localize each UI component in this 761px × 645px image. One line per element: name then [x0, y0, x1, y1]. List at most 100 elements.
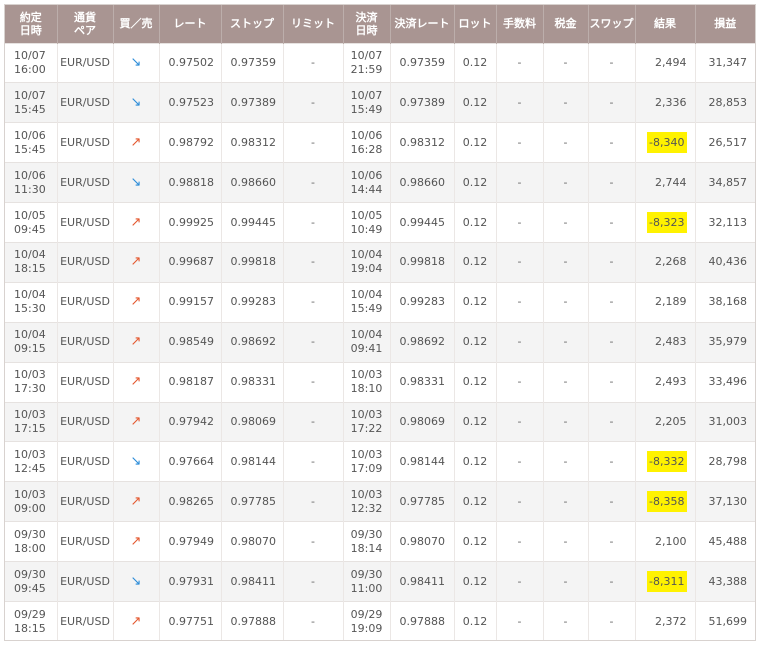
fee-cell: -	[496, 162, 544, 203]
table-row: 10/03 17:30 EUR/USD ↗ 0.98187 0.98331-10/03 …	[5, 362, 755, 403]
column-header-lot: ロット	[454, 5, 497, 43]
stop-cell: 0.99445	[221, 202, 284, 243]
pair-cell: EUR/USD	[57, 82, 114, 123]
pair-cell: EUR/USD	[57, 162, 114, 203]
arrow-up-right-icon: ↗	[130, 493, 142, 509]
result-cell: 2,189	[635, 282, 696, 323]
open-time-cell: 10/03 09:00	[5, 481, 58, 522]
rate-cell: 0.97751	[159, 601, 222, 640]
rate-cell: 0.97949	[159, 521, 222, 562]
pnl-cell: 26,517	[708, 135, 748, 149]
highlighted-loss-value: -8,358	[647, 490, 687, 512]
open-time-cell: 10/03 17:15	[5, 402, 58, 442]
table-row: 10/03 17:15 EUR/USD ↗ 0.97942 0.98069-10/03 …	[5, 402, 755, 442]
pair-cell: EUR/USD	[57, 202, 114, 243]
swap-cell: -	[588, 122, 636, 163]
rate-cell: 0.97502	[159, 43, 222, 83]
swap-cell: -	[588, 601, 636, 640]
close-rate-cell: 0.98660	[390, 162, 455, 203]
stop-cell: 0.98411	[221, 561, 284, 602]
table-row: 10/07 15:45 EUR/USD ↘ 0.97523 0.97389-10/07 …	[5, 82, 755, 123]
arrow-down-right-icon: ↘	[130, 573, 142, 589]
fee-cell: -	[496, 122, 544, 163]
pair-cell: EUR/USD	[57, 322, 114, 363]
close-rate-cell: 0.98331	[390, 362, 455, 403]
column-header-limit: リミット	[283, 5, 344, 43]
swap-cell: -	[588, 162, 636, 203]
arrow-down-right-icon: ↘	[130, 54, 142, 70]
pnl-cell: 38,168	[708, 295, 748, 309]
table-row: 10/06 11:30 EUR/USD ↘ 0.98818 0.98660-10/06 …	[5, 162, 755, 203]
pnl-cell: 32,113	[708, 215, 748, 229]
open-time-cell: 10/03 12:45	[5, 441, 58, 482]
pair-cell: EUR/USD	[57, 122, 114, 163]
table-body: 10/07 16:00 EUR/USD ↘ 0.97502 0.97359-10/07 …	[5, 43, 755, 640]
fee-cell: -	[496, 82, 544, 123]
arrow-up-right-icon: ↗	[130, 134, 142, 150]
arrow-up-right-icon: ↗	[130, 413, 142, 429]
tax-cell: -	[543, 362, 589, 403]
close-rate-cell: 0.97785	[390, 481, 455, 522]
direction-cell: ↗	[113, 521, 160, 562]
close-time-cell: 10/07 21:59	[343, 43, 391, 83]
result-value: 2,205	[655, 414, 687, 428]
result-value: 2,268	[655, 255, 687, 269]
table-row: 10/04 15:30 EUR/USD ↗ 0.99157 0.99283-10/04 …	[5, 282, 755, 323]
result-cell: -8,311	[635, 561, 696, 602]
swap-cell: -	[588, 242, 636, 283]
result-value: 2,744	[655, 175, 687, 189]
column-header-close-time: 決済 日時	[343, 5, 391, 43]
tax-cell: -	[543, 162, 589, 203]
close-rate-cell: 0.97389	[390, 82, 455, 123]
close-time-cell: 10/04 15:49	[343, 282, 391, 323]
pnl-cell: 33,496	[708, 375, 748, 389]
result-cell: 2,268	[635, 242, 696, 283]
direction-cell: ↗	[113, 481, 160, 522]
fee-cell: -	[496, 362, 544, 403]
lot-cell: 0.12	[454, 322, 497, 363]
tax-cell: -	[543, 441, 589, 482]
highlighted-loss-value: -8,311	[647, 570, 687, 592]
column-header-swap: スワップ	[588, 5, 636, 43]
open-time-cell: 10/04 18:15	[5, 242, 58, 283]
stop-cell: 0.99283	[221, 282, 284, 323]
result-value: 2,483	[655, 335, 687, 349]
tax-cell: -	[543, 282, 589, 323]
pair-cell: EUR/USD	[57, 362, 114, 403]
column-header-close-rate: 決済レート	[390, 5, 455, 43]
result-value: 2,372	[655, 614, 687, 628]
open-time-cell: 10/03 17:30	[5, 362, 58, 403]
fee-cell: -	[496, 282, 544, 323]
close-rate-cell: 0.98069	[390, 402, 455, 442]
rate-cell: 0.97942	[159, 402, 222, 442]
lot-cell: 0.12	[454, 242, 497, 283]
pnl-cell: 40,436	[708, 255, 748, 269]
highlighted-loss-value: -8,340	[647, 131, 687, 153]
rate-cell: 0.98265	[159, 481, 222, 522]
result-cell: 2,744	[635, 162, 696, 203]
column-header-pair: 通貨 ペア	[57, 5, 114, 43]
result-value: 2,493	[655, 375, 687, 389]
result-cell: 2,493	[635, 362, 696, 403]
column-header-direction: 買／売	[113, 5, 160, 43]
limit-cell: -	[283, 521, 344, 562]
table-row: 10/03 09:00 EUR/USD ↗ 0.98265 0.97785-10/03 …	[5, 481, 755, 522]
pnl-cell: 28,798	[708, 454, 748, 468]
result-cell: -8,340	[635, 122, 696, 163]
column-header-pnl: 損益	[714, 17, 737, 31]
open-time-cell: 10/04 15:30	[5, 282, 58, 323]
table-row: 10/04 18:15 EUR/USD ↗ 0.99687 0.99818-10/04 …	[5, 242, 755, 283]
limit-cell: -	[283, 202, 344, 243]
column-header-result: 結果	[635, 5, 696, 43]
rate-cell: 0.98549	[159, 322, 222, 363]
rate-cell: 0.98187	[159, 362, 222, 403]
result-cell: -8,358	[635, 481, 696, 522]
table-row: 10/03 12:45 EUR/USD ↘ 0.97664 0.98144-10/03 …	[5, 441, 755, 482]
stop-cell: 0.98692	[221, 322, 284, 363]
pair-cell: EUR/USD	[57, 402, 114, 442]
pair-cell: EUR/USD	[57, 43, 114, 83]
fee-cell: -	[496, 561, 544, 602]
table-header-row: 約定 日時 通貨 ペア 買／売 レート ストップ リミット 決済 日時 決済レー…	[5, 5, 755, 43]
lot-cell: 0.12	[454, 282, 497, 323]
trade-history-panel: 約定 日時 通貨 ペア 買／売 レート ストップ リミット 決済 日時 決済レー…	[4, 4, 756, 641]
